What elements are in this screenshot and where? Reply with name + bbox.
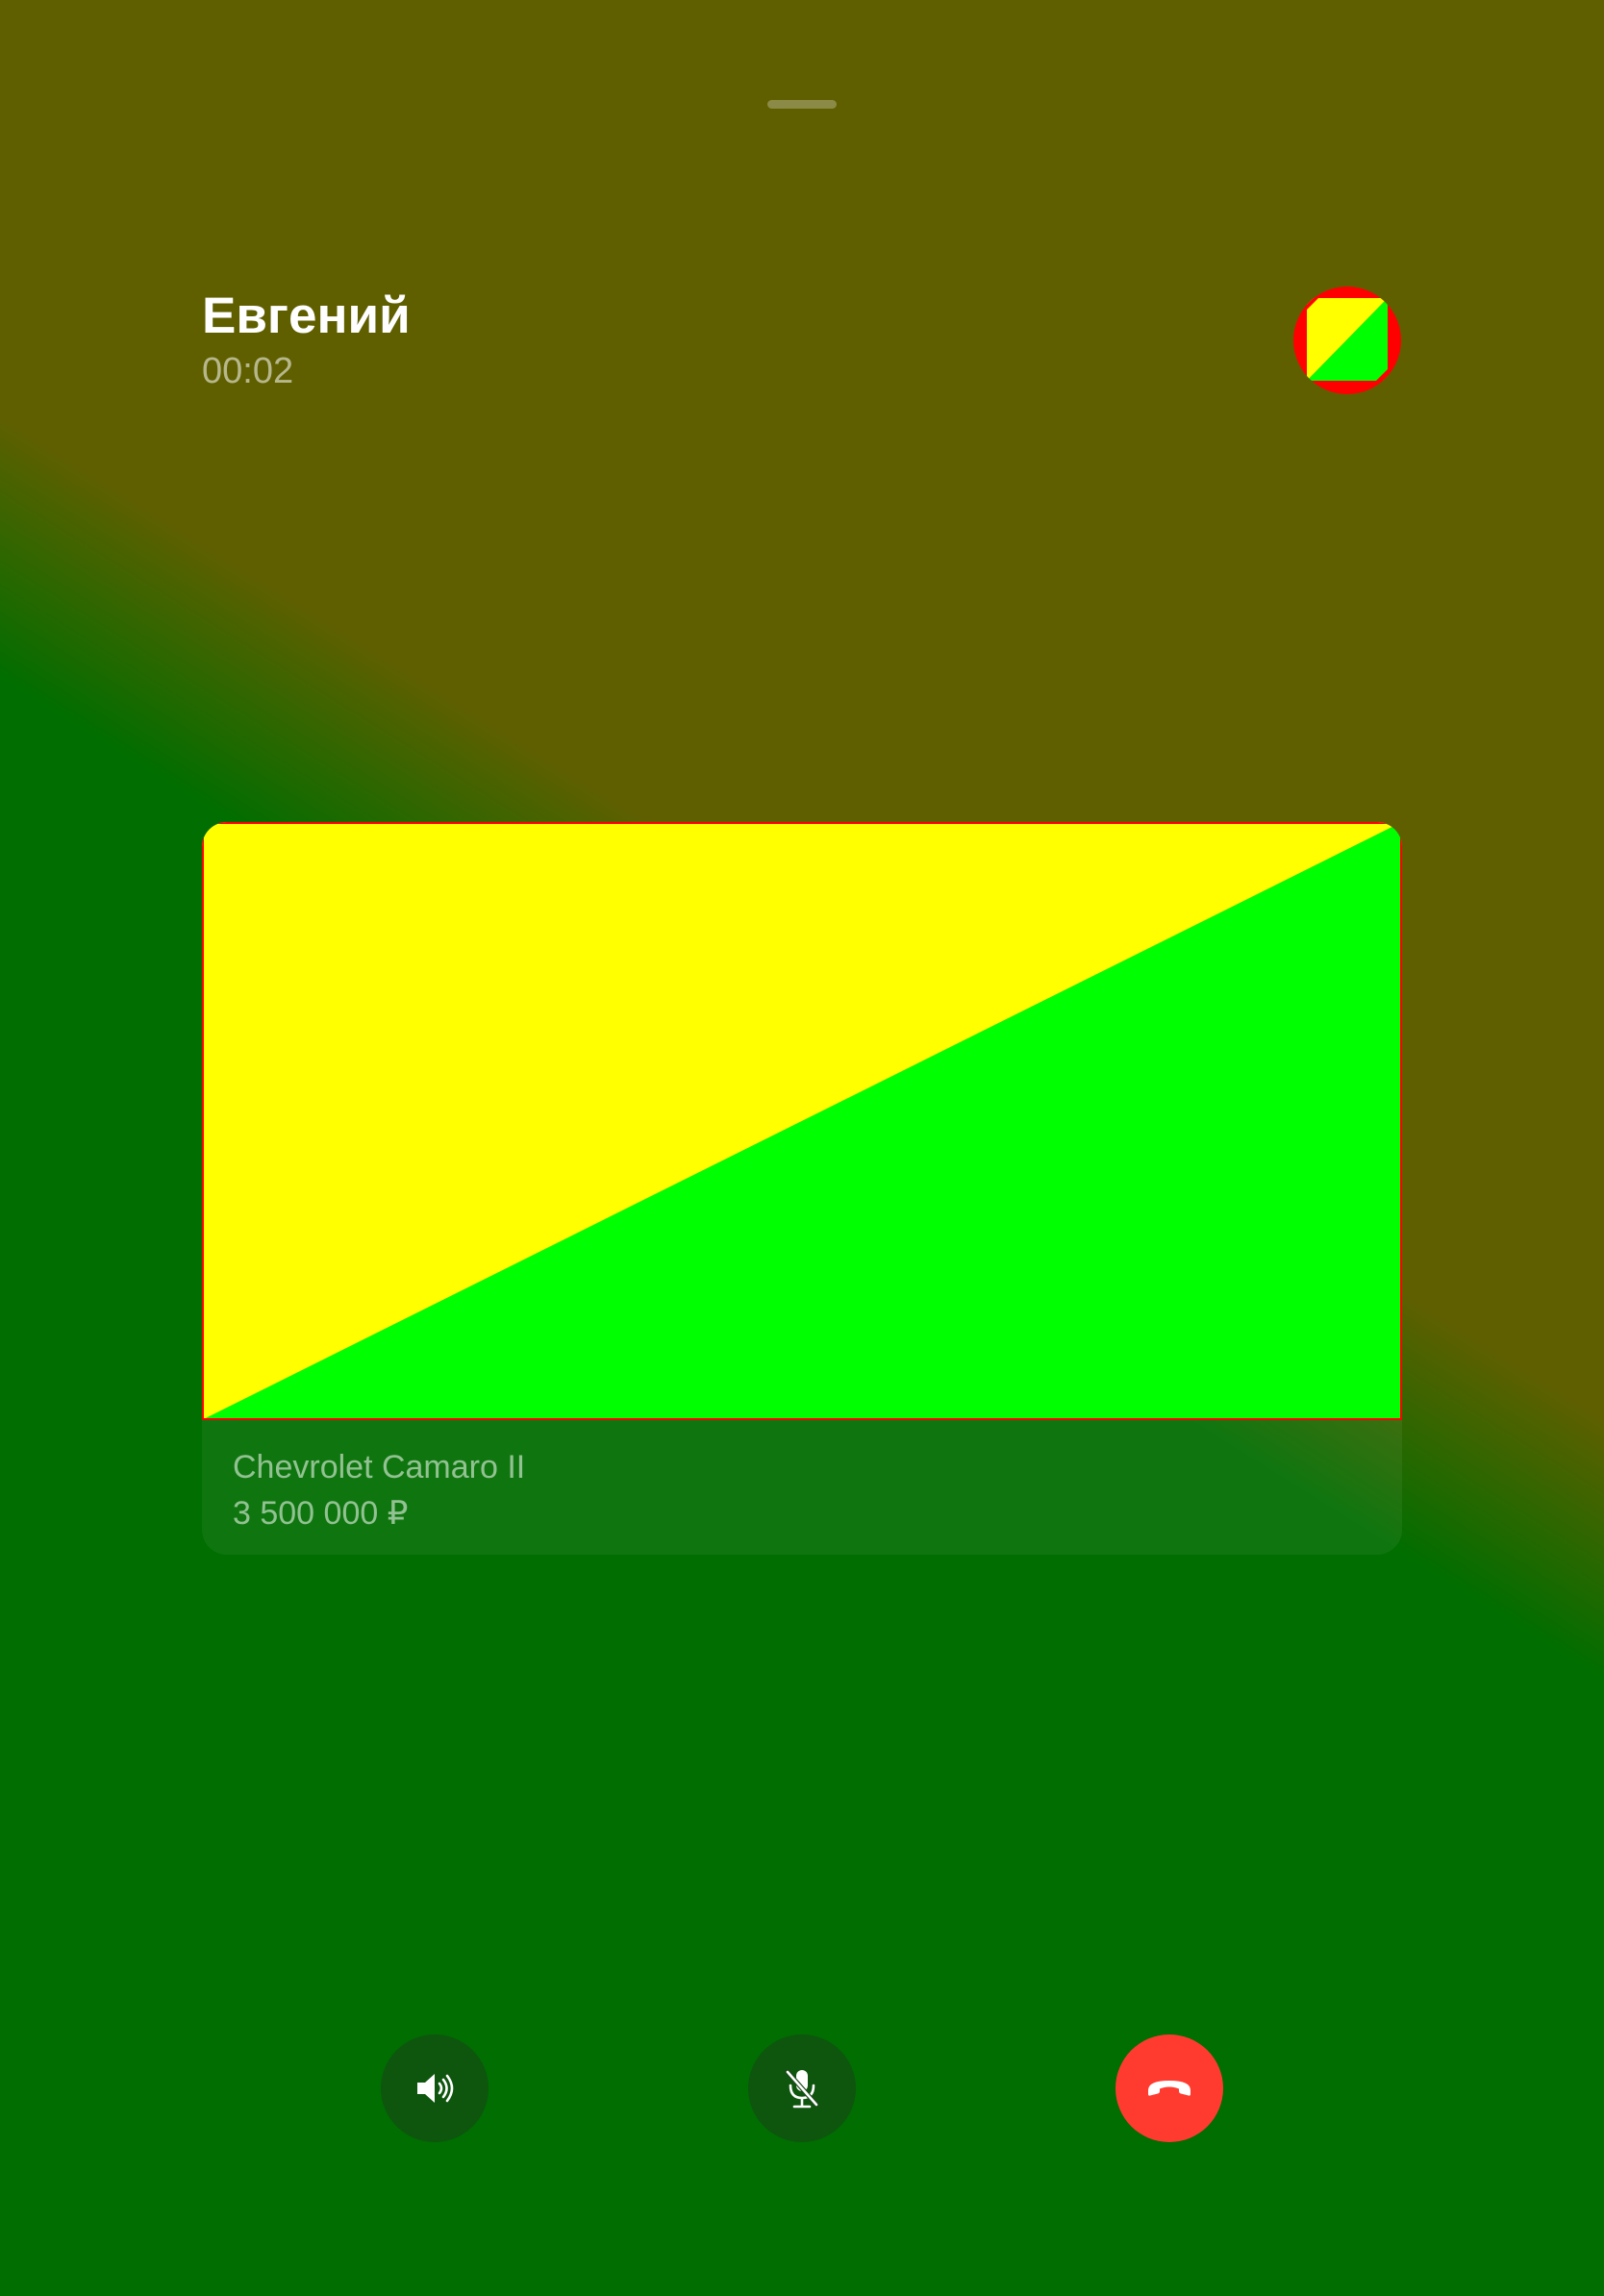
speaker-icon	[412, 2065, 458, 2111]
listing-card[interactable]: Chevrolet Camaro II 3 500 000 ₽	[202, 822, 1402, 1555]
speaker-button[interactable]	[381, 2034, 489, 2142]
call-screen: Евгений 00:02 Chevrolet Camaro II 3 500 …	[0, 0, 1604, 2296]
end-call-button[interactable]	[1115, 2034, 1223, 2142]
call-timer: 00:02	[202, 351, 294, 391]
phone-hangup-icon	[1142, 2061, 1196, 2115]
avatar	[1293, 287, 1401, 394]
listing-title: Chevrolet Camaro II	[233, 1449, 526, 1485]
mute-button[interactable]	[748, 2034, 856, 2142]
listing-image	[202, 822, 1402, 1420]
drag-handle[interactable]	[767, 100, 837, 109]
microphone-off-icon	[779, 2065, 825, 2111]
caller-name: Евгений	[202, 287, 411, 344]
listing-price: 3 500 000 ₽	[233, 1495, 409, 1532]
